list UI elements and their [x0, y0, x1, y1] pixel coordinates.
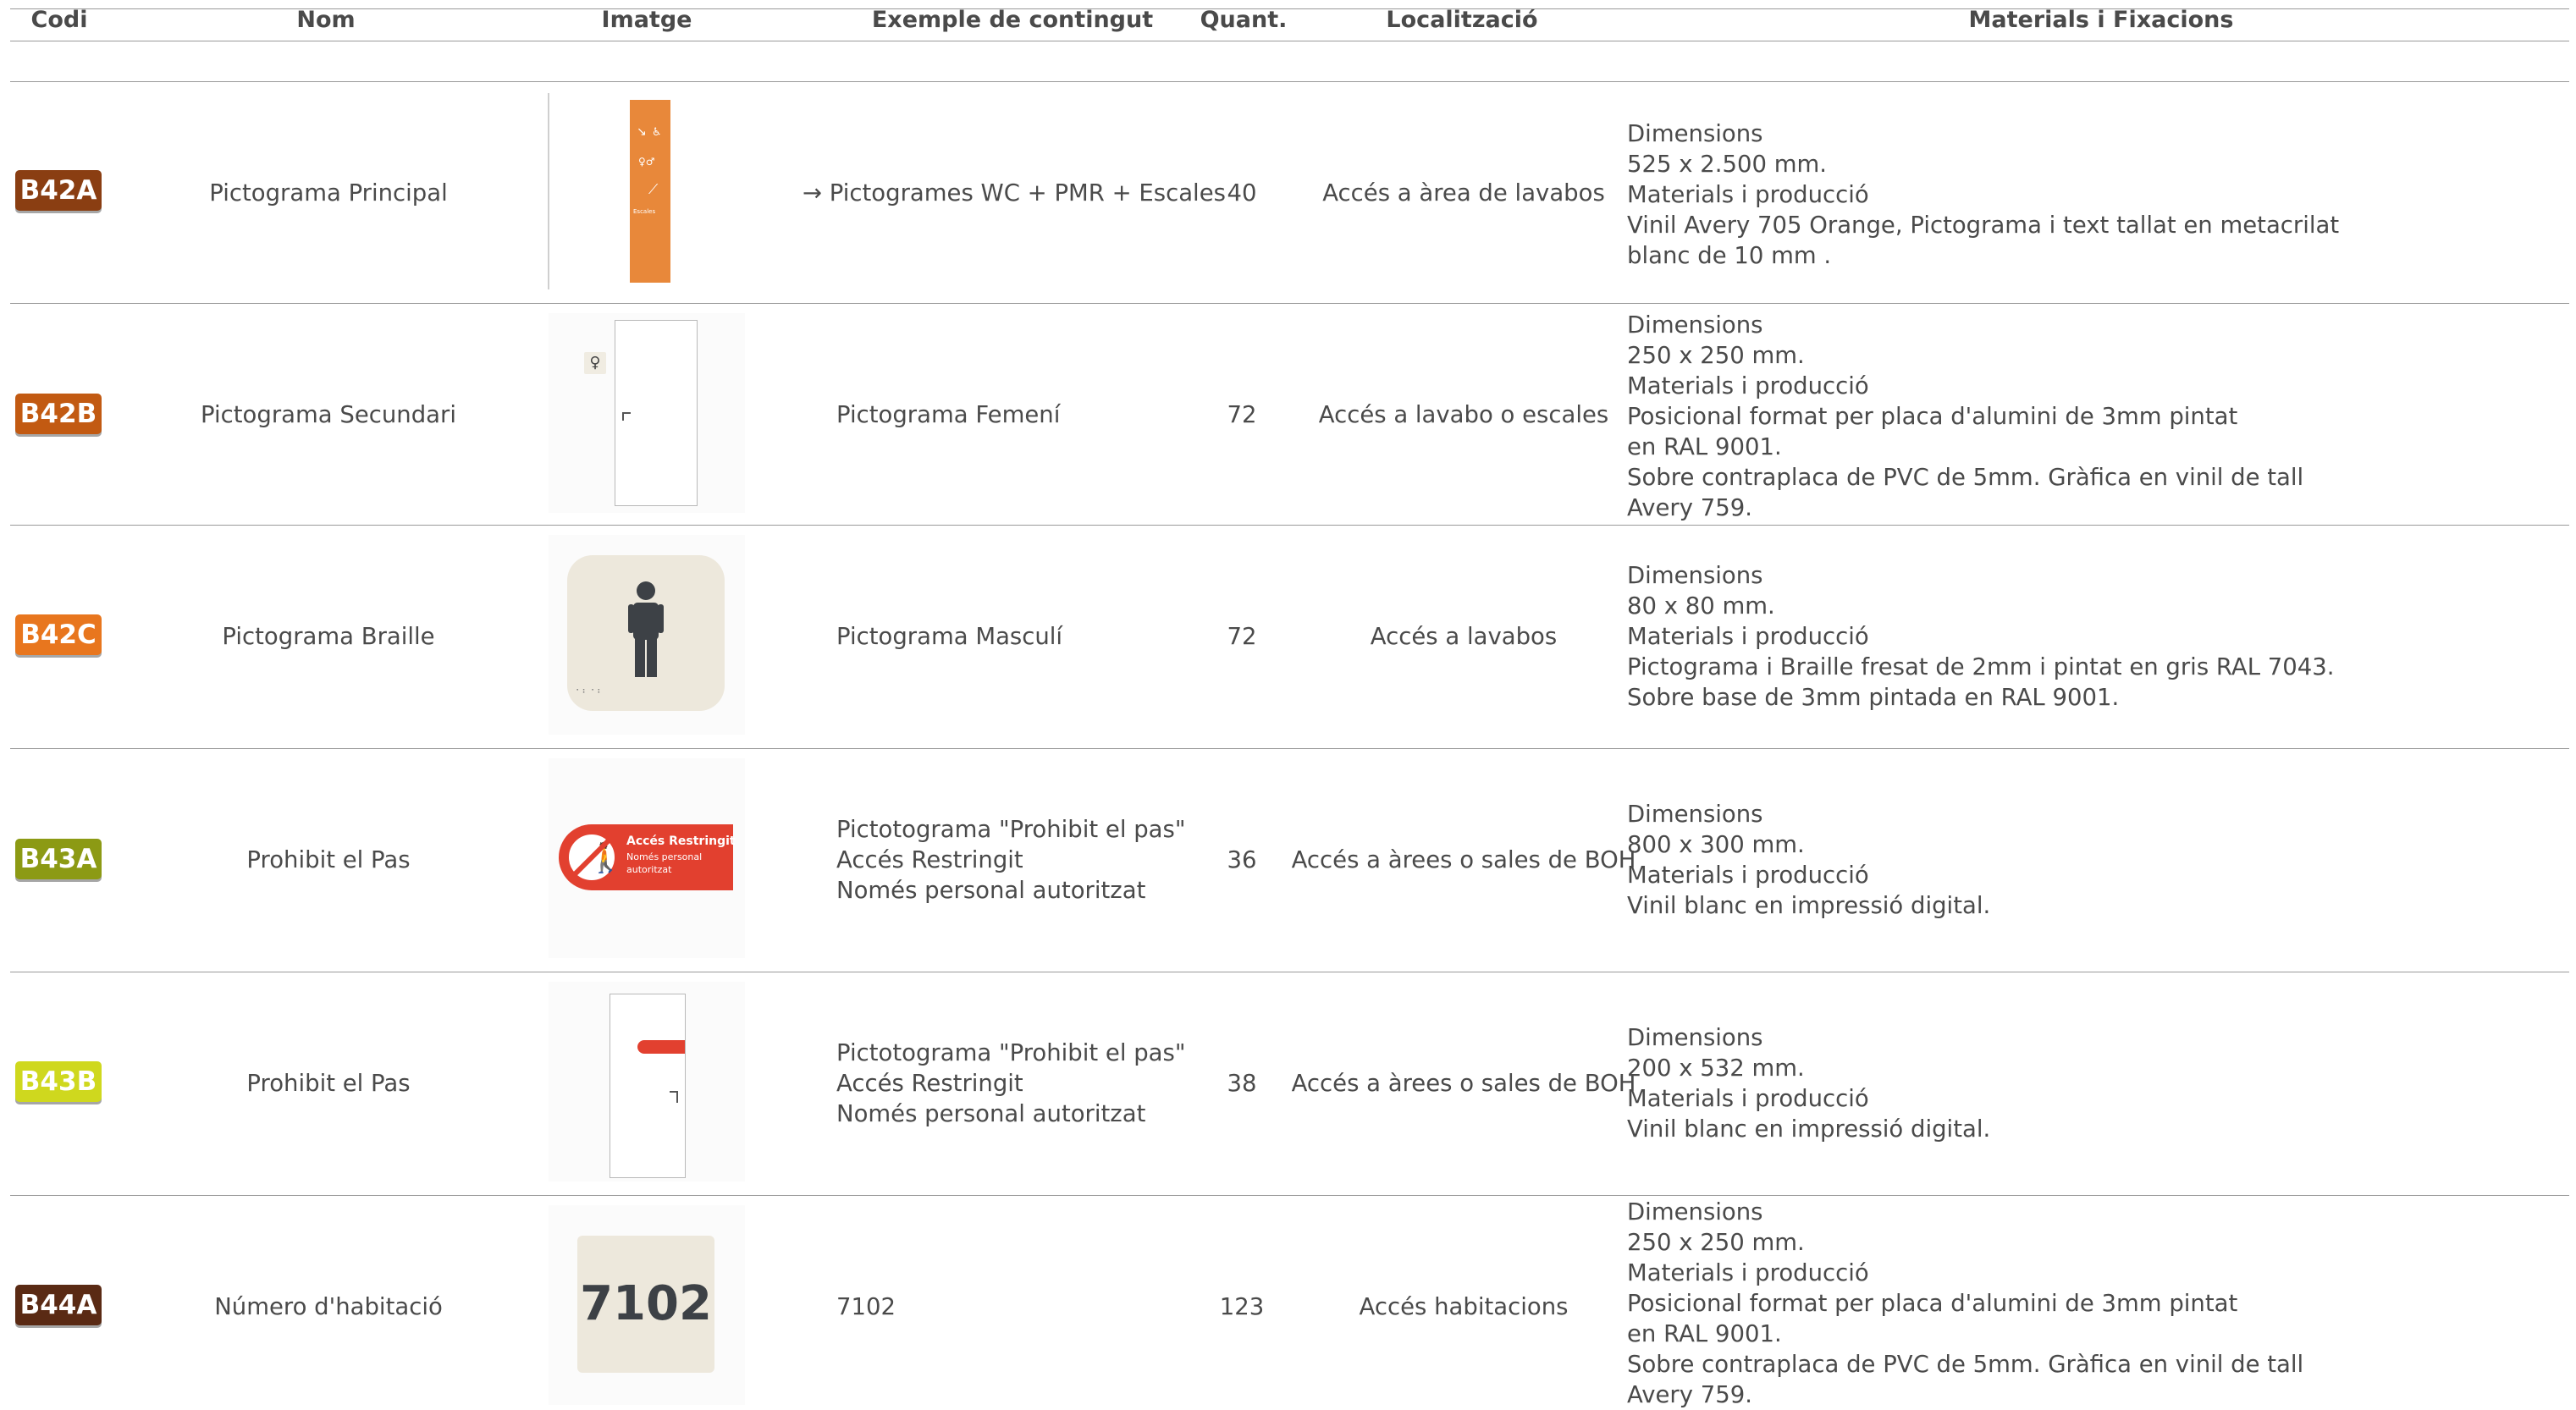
restricted-mini-sign [637, 1040, 685, 1054]
content-example: 7102 [836, 1293, 896, 1320]
content-example: Pictotograma "Prohibit el pas" Accés Res… [836, 816, 1186, 904]
svg-text:⠁⠃ ⠁⠃: ⠁⠃ ⠁⠃ [576, 689, 603, 698]
item-quantity: 72 [1227, 623, 1257, 650]
person-icons: ♀♂ [638, 156, 655, 168]
item-location: Accés a àrees o sales de BOH [1291, 1070, 1636, 1097]
code-badge: B44A [15, 1285, 102, 1325]
female-pictogram-icon: ♀ [584, 352, 606, 374]
top-rule [10, 8, 2569, 9]
table-row: B42B Pictograma Secundari ♀ Pictograma F… [0, 303, 2576, 525]
image-frame-edge [548, 93, 549, 289]
braille-plate: ⠁⠃ ⠁⠃ [567, 555, 725, 711]
item-name: Pictograma Principal [209, 179, 448, 207]
item-materials: Dimensions 200 x 532 mm. Materials i pro… [1627, 1024, 1991, 1143]
door-illustration [610, 994, 686, 1178]
room-number-plate: 7102 [577, 1236, 714, 1373]
header-exemple: Exemple de contingut [871, 7, 1154, 33]
item-materials: Dimensions 80 x 80 mm. Materials i produ… [1627, 562, 2335, 711]
code-badge: B42B [15, 394, 102, 434]
content-example: Pictograma Masculí [836, 623, 1063, 650]
header-materials: Materials i Fixacions [1968, 7, 2234, 33]
door-handle-stem [622, 412, 624, 421]
sign-line-2: autoritzat [626, 864, 672, 875]
item-location: Accés a lavabos [1370, 623, 1558, 650]
code-badge: B42C [15, 614, 102, 655]
header-nom: Nom [296, 7, 356, 33]
orange-totem-sign: ↘ ♿ ♀♂ ⟋ Escales [630, 100, 670, 283]
door-handle-stem [676, 1091, 678, 1103]
item-name: Prohibit el Pas [246, 1070, 411, 1097]
table-row: B44A Número d'habitació 7102 7102 123 Ac… [0, 1195, 2576, 1408]
no-entry-icon: 🚶 [564, 829, 623, 885]
item-name: Prohibit el Pas [246, 846, 411, 873]
male-pictogram-icon: ⠁⠃ ⠁⠃ [576, 581, 664, 698]
door-illustration [615, 320, 698, 506]
item-name: Número d'habitació [214, 1293, 443, 1320]
content-example: Pictotograma "Prohibit el pas" Accés Res… [836, 1039, 1186, 1127]
item-location: Accés a àrees o sales de BOH [1291, 846, 1636, 873]
table-row: B43B Prohibit el Pas Pictotograma "Prohi… [0, 972, 2576, 1195]
code-badge: B43B [15, 1061, 102, 1102]
item-quantity: 72 [1227, 401, 1257, 428]
item-location: Accés a lavabo o escales [1318, 401, 1609, 428]
code-badge: B42A [15, 170, 102, 211]
item-name: Pictograma Secundari [201, 401, 456, 428]
code-badge: B43A [15, 839, 102, 879]
item-materials: Dimensions 525 x 2.500 mm. Materials i p… [1627, 120, 2340, 269]
wc-pictogram-icon: ♿ [652, 126, 662, 139]
sign-title: Accés Restringit [626, 834, 736, 848]
content-example: → Pictogrames WC + PMR + Escales [803, 179, 1226, 207]
item-quantity: 40 [1227, 179, 1257, 207]
header-localitzacio: Localització [1386, 7, 1538, 33]
stairs-icon: ⟋ [648, 181, 659, 197]
restricted-access-sign: 🚶 Accés Restringit Només personal autori… [559, 824, 736, 890]
header-imatge: Imatge [601, 7, 692, 33]
table-row: B42C Pictograma Braille ⠁⠃ ⠁⠃ Pictograma… [0, 525, 2576, 748]
arrow-icon: ↘ [637, 125, 647, 139]
header-quant: Quant. [1200, 7, 1288, 33]
sign-line-1: Només personal [626, 851, 703, 862]
item-location: Accés a àrea de lavabos [1322, 179, 1605, 207]
item-materials: Dimensions 250 x 250 mm. Materials i pro… [1627, 311, 2304, 521]
content-example: Pictograma Femení [836, 401, 1061, 428]
totem-label: Escales [633, 208, 656, 215]
item-materials: Dimensions 250 x 250 mm. Materials i pro… [1627, 1198, 2304, 1408]
table-row: B43A Prohibit el Pas 🚶 Accés Restringit … [0, 748, 2576, 972]
item-quantity: 36 [1227, 846, 1257, 873]
header-codi: Codi [30, 7, 88, 33]
item-name: Pictograma Braille [222, 623, 435, 650]
item-location: Accés habitacions [1359, 1293, 1569, 1320]
table-row: B42A Pictograma Principal ↘ ♿ ♀♂ ⟋ Escal… [0, 81, 2576, 303]
item-quantity: 123 [1219, 1293, 1265, 1320]
item-quantity: 38 [1227, 1070, 1257, 1097]
item-materials: Dimensions 800 x 300 mm. Materials i pro… [1627, 801, 1991, 919]
